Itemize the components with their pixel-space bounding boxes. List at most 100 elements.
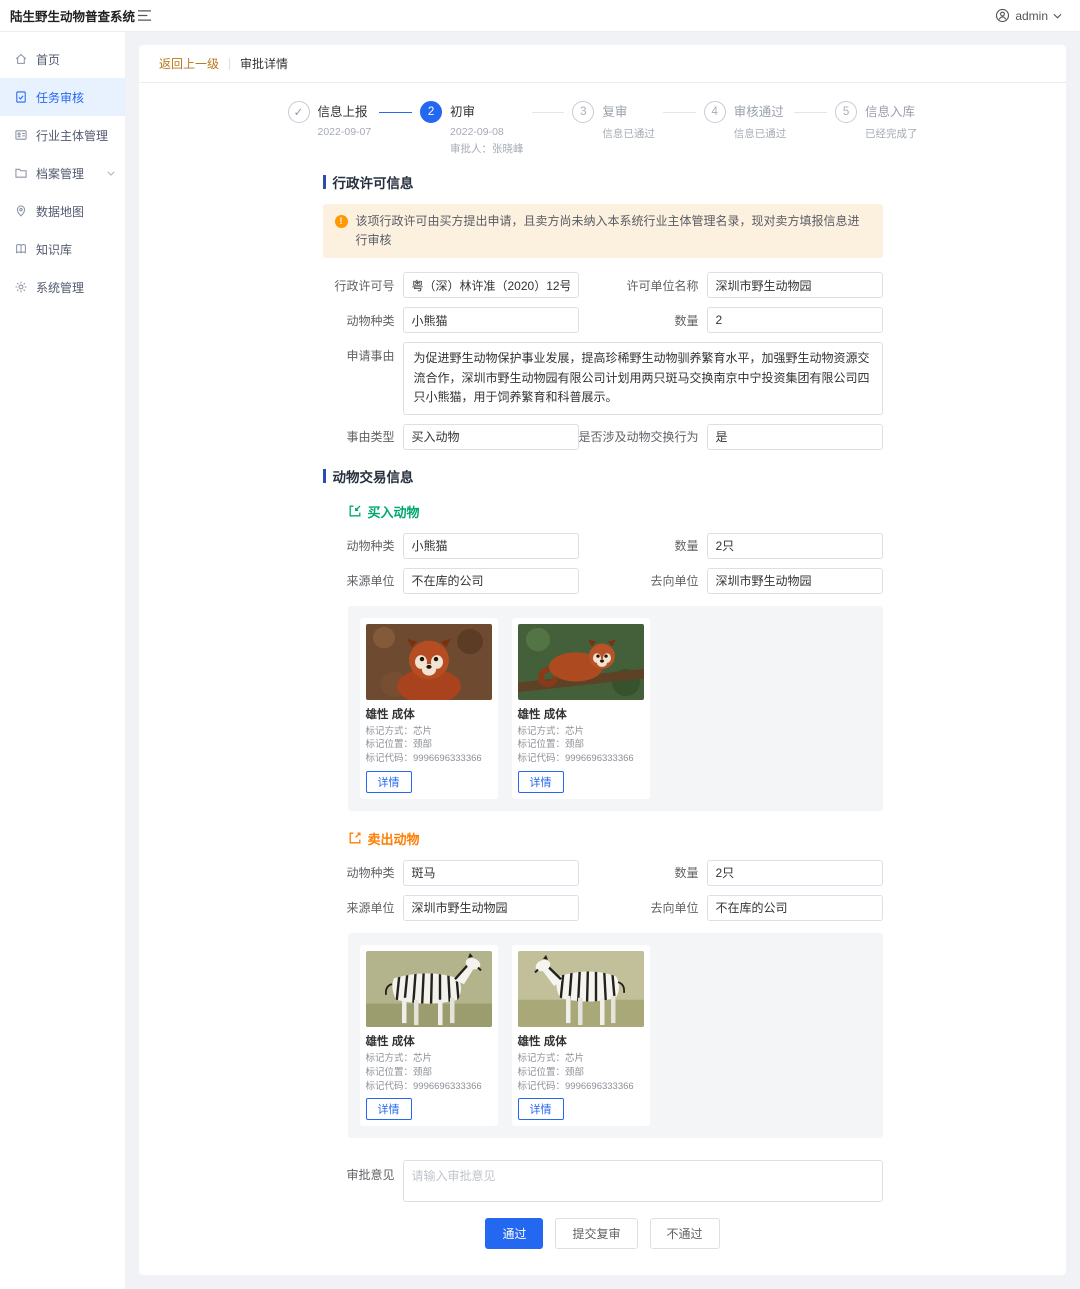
chevron-down-icon: [107, 171, 115, 176]
exchange-field[interactable]: [706, 423, 883, 450]
reject-button[interactable]: 不通过: [649, 1218, 720, 1250]
sell-species-field[interactable]: [402, 859, 579, 886]
sidebar-item-label: 知识库: [36, 242, 73, 257]
step-title: 信息入库: [865, 105, 916, 119]
back-link[interactable]: 返回上一级: [159, 55, 219, 72]
step-archived: 5 信息入库 已经完成了: [835, 101, 918, 141]
detail-button[interactable]: 详情: [517, 1098, 564, 1121]
animal-card: 雄性 成体 标记方式：芯片 标记位置：颈部 标记代码：9996696333366…: [359, 617, 498, 799]
step-status: 已经完成了: [865, 128, 918, 140]
sidebar: 首页 任务审核 行业主体管理 档案管理 数据地图 知识库 系统管理: [0, 32, 125, 1289]
sidebar-item-data-map[interactable]: 数据地图: [0, 192, 125, 230]
sell-species-label: 动物种类: [346, 866, 395, 881]
detail-button[interactable]: 详情: [517, 770, 564, 793]
breadcrumb-divider: [229, 57, 231, 70]
step-second-review: 3 复审 信息已通过: [572, 101, 655, 141]
action-buttons: 通过 提交复审 不通过: [323, 1218, 883, 1250]
detail-button[interactable]: 详情: [365, 770, 412, 793]
buy-species-field[interactable]: [402, 532, 579, 559]
detail-button[interactable]: 详情: [365, 1098, 412, 1121]
reason-field[interactable]: 为促进野生动物保护事业发展，提高珍稀野生动物驯养繁育水平，加强野生动物资源交流合…: [402, 342, 883, 415]
animal-sex-age: 雄性 成体: [517, 708, 567, 721]
warning-text: 该项行政许可由买方提出申请，且卖方尚未纳入本系统行业主体管理名录，现对卖方填报信…: [355, 214, 860, 248]
sidebar-item-knowledge-base[interactable]: 知识库: [0, 230, 125, 268]
sell-animals-panel: 雄性 成体 标记方式：芯片 标记位置：颈部 标记代码：9996696333366…: [347, 932, 883, 1139]
sidebar-item-label: 任务审核: [36, 90, 85, 105]
buy-quantity-label: 数量: [674, 539, 699, 554]
approval-opinion-input[interactable]: [402, 1160, 883, 1203]
step-title: 复审: [602, 105, 628, 119]
buy-quantity-field[interactable]: [706, 532, 883, 559]
reason-type-field[interactable]: [402, 423, 579, 450]
sell-animals-header: 卖出动物: [323, 829, 883, 848]
app-title: 陆生野生动物普查系统: [10, 10, 136, 24]
step-date: 2022-09-08: [450, 126, 504, 138]
import-box-icon: [348, 504, 362, 518]
zebra-photo: [517, 950, 644, 1027]
mark-code: 标记代码：9996696333366: [517, 753, 634, 765]
sidebar-item-label: 数据地图: [36, 204, 85, 219]
red-panda-photo: [517, 623, 644, 700]
gear-icon: [14, 280, 28, 294]
step-status: 信息已通过: [733, 128, 787, 140]
pass-button[interactable]: 通过: [485, 1218, 544, 1250]
mark-position: 标记位置：颈部: [517, 739, 585, 751]
sidebar-item-label: 系统管理: [36, 280, 85, 295]
step-title: 初审: [450, 105, 476, 119]
warning-icon: !: [334, 215, 348, 228]
breadcrumb-current: 审批详情: [240, 57, 289, 71]
resubmit-review-button[interactable]: 提交复审: [555, 1218, 638, 1250]
step-info-report: ✓ 信息上报 2022-09-07: [287, 101, 371, 138]
step-number: 4: [703, 101, 726, 123]
sell-dest-field[interactable]: [706, 894, 883, 921]
step-check-icon: ✓: [287, 101, 310, 123]
sidebar-item-label: 行业主体管理: [36, 128, 109, 143]
username: admin: [1015, 8, 1048, 23]
sell-quantity-field[interactable]: [706, 859, 883, 886]
animal-card: 雄性 成体 标记方式：芯片 标记位置：颈部 标记代码：9996696333366…: [511, 617, 650, 799]
step-first-review: 2 初审 2022-09-08 审批人：张晓峰: [420, 101, 524, 156]
quantity-label: 数量: [674, 313, 699, 328]
sidebar-item-archive-management[interactable]: 档案管理: [0, 154, 125, 192]
step-number: 5: [835, 101, 858, 123]
sell-dest-label: 去向单位: [650, 901, 699, 916]
buy-source-field[interactable]: [402, 567, 579, 594]
species-label: 动物种类: [346, 313, 395, 328]
sidebar-item-label: 首页: [36, 52, 61, 67]
step-approved: 4 审核通过 信息已通过: [703, 101, 787, 141]
breadcrumb: 返回上一级 审批详情: [139, 45, 1066, 83]
animal-card: 雄性 成体 标记方式：芯片 标记位置：颈部 标记代码：9996696333366…: [511, 944, 650, 1127]
buy-source-label: 来源单位: [346, 574, 395, 589]
animal-sex-age: 雄性 成体: [517, 1035, 567, 1048]
buy-animals-panel: 雄性 成体 标记方式：芯片 标记位置：颈部 标记代码：9996696333366…: [347, 605, 883, 811]
exchange-label: 是否涉及动物交换行为: [578, 430, 699, 445]
species-field[interactable]: [402, 307, 579, 334]
approval-opinion-row: 审批意见: [323, 1160, 883, 1203]
sidebar-collapse-icon[interactable]: [137, 9, 152, 22]
zebra-photo: [365, 950, 492, 1027]
permit-unit-field[interactable]: [706, 272, 883, 299]
quantity-field[interactable]: [706, 307, 883, 334]
home-icon: [14, 52, 28, 66]
reason-label: 申请事由: [346, 349, 395, 364]
map-pin-icon: [14, 204, 28, 218]
sidebar-item-task-review[interactable]: 任务审核: [0, 78, 125, 116]
buy-dest-label: 去向单位: [650, 574, 699, 589]
user-menu[interactable]: admin: [995, 8, 1080, 23]
step-number: 3: [572, 101, 595, 123]
buy-dest-field[interactable]: [706, 567, 883, 594]
permit-no-field[interactable]: [402, 272, 579, 299]
sell-source-field[interactable]: [402, 894, 579, 921]
animal-sex-age: 雄性 成体: [365, 708, 415, 721]
mark-method: 标记方式：芯片: [517, 725, 585, 737]
sidebar-item-system-management[interactable]: 系统管理: [0, 268, 125, 306]
folder-icon: [14, 166, 28, 180]
sidebar-item-entity-management[interactable]: 行业主体管理: [0, 116, 125, 154]
sidebar-item-home[interactable]: 首页: [0, 40, 125, 78]
animal-card: 雄性 成体 标记方式：芯片 标记位置：颈部 标记代码：9996696333366…: [359, 944, 498, 1127]
export-box-icon: [348, 831, 362, 845]
step-approver: 审批人：张晓峰: [450, 143, 524, 155]
user-avatar-icon: [995, 8, 1010, 23]
detail-card: 返回上一级 审批详情 ✓ 信息上报 2022-09-07 2 初审 2022-0…: [139, 45, 1066, 1276]
approval-steps: ✓ 信息上报 2022-09-07 2 初审 2022-09-08 审批人：张晓…: [287, 101, 918, 156]
